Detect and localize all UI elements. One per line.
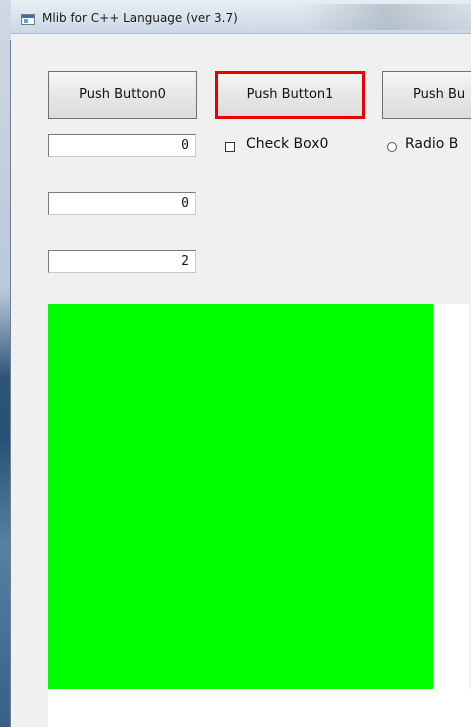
check-box-0[interactable] bbox=[225, 142, 235, 152]
window-frame-left bbox=[0, 0, 11, 727]
push-button-0[interactable]: Push Button0 bbox=[48, 71, 197, 119]
canvas-lower-area bbox=[48, 689, 471, 727]
push-button-1[interactable]: Push Button1 bbox=[215, 71, 365, 119]
radio-button-0-label[interactable]: Radio B bbox=[405, 136, 458, 152]
check-box-0-label[interactable]: Check Box0 bbox=[246, 136, 328, 152]
drawing-canvas[interactable] bbox=[48, 304, 469, 689]
window-title: Mlib for C++ Language (ver 3.7) bbox=[42, 11, 238, 25]
push-button-2[interactable]: Push Bu bbox=[382, 71, 471, 119]
text-box-1[interactable]: 0 bbox=[48, 192, 196, 215]
title-bar[interactable]: Mlib for C++ Language (ver 3.7) bbox=[0, 0, 471, 34]
radio-button-0[interactable] bbox=[387, 142, 397, 152]
app-window: Mlib for C++ Language (ver 3.7) Push But… bbox=[0, 0, 471, 727]
client-area: Push Button0 Push Button1 Push Bu 0 0 2 … bbox=[11, 34, 471, 727]
app-window-icon[interactable] bbox=[21, 14, 35, 25]
green-rectangle bbox=[48, 304, 433, 689]
title-bar-glass bbox=[300, 4, 471, 30]
text-box-2[interactable]: 2 bbox=[48, 250, 196, 273]
text-box-0[interactable]: 0 bbox=[48, 134, 196, 157]
